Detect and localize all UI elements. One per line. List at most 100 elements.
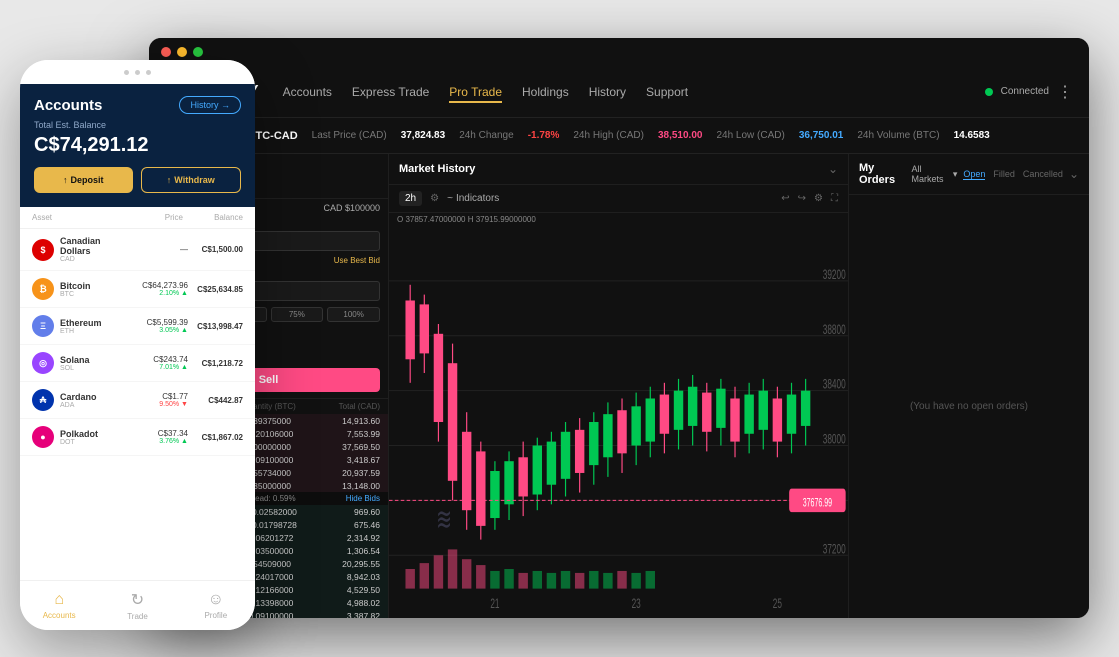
mobile-app: Accounts History → Total Est. Balance C$… (20, 60, 255, 630)
chart-gear-icon[interactable]: ⚙ (814, 193, 823, 204)
low-label: 24h Low (CAD) (716, 130, 784, 141)
pct-75-btn[interactable]: 75% (271, 307, 324, 322)
my-orders-chevron[interactable]: ⌄ (1069, 167, 1079, 181)
chart-undo-icon[interactable]: ↩ (781, 193, 789, 204)
asset-price-block: C$64,273.96 2.10% ▲ (118, 281, 188, 297)
asset-change: 9.50% ▼ (118, 401, 188, 408)
asset-price: C$37.34 (118, 429, 188, 438)
mobile-nav-trade[interactable]: ↻ Trade (98, 581, 176, 630)
svg-text:23: 23 (632, 597, 641, 612)
title-bar (149, 38, 1089, 66)
asset-price-block: — (118, 245, 188, 254)
asset-price-block: C$1.77 9.50% ▼ (118, 392, 188, 408)
market-history-chevron[interactable]: ⌄ (828, 162, 838, 176)
asset-name: Cardano (60, 392, 118, 402)
orders-open-tab[interactable]: Open (963, 169, 985, 180)
asset-name: Polkadot (60, 429, 118, 439)
asset-symbol: DOT (60, 439, 118, 446)
asset-icon: ● (32, 426, 54, 448)
mobile-asset-rows: $ Canadian Dollars CAD — C$1,500.00 ₿ Bi… (20, 229, 255, 456)
asset-balance: C$13,998.47 (188, 322, 243, 331)
asset-change: 2.10% ▲ (118, 290, 188, 297)
chart-redo-icon[interactable]: ↪ (798, 193, 806, 204)
high-label: 24h High (CAD) (573, 130, 644, 141)
market-history-title: Market History (399, 163, 475, 175)
maximize-dot[interactable] (193, 47, 203, 57)
market-selector[interactable]: All Markets ▾ (911, 164, 957, 184)
nav-holdings[interactable]: Holdings (522, 81, 569, 103)
vol-label: 24h Volume (BTC) (857, 130, 939, 141)
ohlc-display: O 37857.47000000 H 37915.99000000 (389, 213, 848, 226)
asset-balance-block: C$1,500.00 (188, 245, 243, 254)
profile-nav-icon: ☺ (208, 591, 224, 609)
mobile-nav-profile[interactable]: ☺ Profile (177, 581, 255, 630)
asset-price: C$5,599.39 (118, 318, 188, 327)
asset-name: Solana (60, 355, 118, 365)
chart-area: 39200 38800 38400 38000 37600 37200 21 2… (389, 226, 848, 618)
nav-history[interactable]: History (589, 81, 626, 103)
asset-icon: ₳ (32, 389, 54, 411)
mobile-title: Accounts (34, 97, 102, 114)
orders-cancelled-tab[interactable]: Cancelled (1023, 169, 1063, 180)
mobile-nav-accounts[interactable]: ⌂ Accounts (20, 581, 98, 630)
svg-text:38000: 38000 (823, 433, 846, 448)
asset-name-block: Cardano ADA (60, 392, 118, 409)
asset-symbol: CAD (60, 256, 118, 263)
asset-change: 3.76% ▲ (118, 438, 188, 445)
chart-settings-icon[interactable]: ⚙ (430, 193, 439, 204)
pct-100-btn[interactable]: 100% (327, 307, 380, 322)
asset-name-block: Ethereum ETH (60, 318, 118, 335)
nav-express-trade[interactable]: Express Trade (352, 81, 429, 103)
svg-text:37676.99: 37676.99 (803, 497, 832, 510)
asset-icon: ◎ (32, 352, 54, 374)
asset-item[interactable]: ₳ Cardano ADA C$1.77 9.50% ▼ C$442.87 (20, 382, 255, 419)
low-value: 36,750.01 (799, 130, 844, 141)
asset-item[interactable]: $ Canadian Dollars CAD — C$1,500.00 (20, 229, 255, 271)
svg-text:≋: ≋ (436, 503, 452, 537)
asset-item[interactable]: Ξ Ethereum ETH C$5,599.39 3.05% ▲ C$13,9… (20, 308, 255, 345)
asset-balance-block: C$13,998.47 (188, 322, 243, 331)
asset-balance-block: C$442.87 (188, 396, 243, 405)
asset-item[interactable]: ◎ Solana SOL C$243.74 7.01% ▲ C$1,218.72 (20, 345, 255, 382)
desktop-app: ₿ BITBUY Accounts Express Trade Pro Trad… (149, 38, 1089, 618)
vol-value: 14.6583 (954, 130, 990, 141)
withdraw-button[interactable]: ↑ Withdraw (141, 167, 242, 193)
asset-balance-block: C$1,218.72 (188, 359, 243, 368)
deposit-button[interactable]: ↑ Deposit (34, 167, 133, 193)
minimize-dot[interactable] (177, 47, 187, 57)
nav-support[interactable]: Support (646, 81, 688, 103)
asset-balance-block: C$25,634.85 (188, 285, 243, 294)
chart-2h-btn[interactable]: 2h (399, 191, 422, 206)
chart-expand-icon[interactable]: ⛶ (831, 193, 838, 204)
asset-icon: $ (32, 239, 54, 261)
asset-balance: C$1,500.00 (188, 245, 243, 254)
ohlc-text: O 37857.47000000 H 37915.99000000 (397, 215, 536, 224)
chart-indicators-btn[interactable]: ~ Indicators (447, 193, 499, 204)
asset-list-header: Asset Price Balance (20, 207, 255, 229)
profile-nav-label: Profile (204, 611, 227, 620)
asset-balance-block: C$1,867.02 (188, 433, 243, 442)
asset-price-block: C$37.34 3.76% ▲ (118, 429, 188, 445)
orders-filled-tab[interactable]: Filled (993, 169, 1015, 180)
asset-price: C$64,273.96 (118, 281, 188, 290)
change-value: -1.78% (528, 130, 560, 141)
mobile-history-button[interactable]: History → (179, 96, 241, 114)
asset-price: — (118, 245, 188, 254)
nav-pro-trade[interactable]: Pro Trade (449, 81, 502, 103)
asset-item[interactable]: ₿ Bitcoin BTC C$64,273.96 2.10% ▲ C$25,6… (20, 271, 255, 308)
svg-text:37200: 37200 (823, 542, 846, 557)
asset-name-block: Polkadot DOT (60, 429, 118, 446)
hide-bids[interactable]: Hide Bids (346, 494, 380, 503)
asset-symbol: ADA (60, 402, 118, 409)
asset-item[interactable]: ● Polkadot DOT C$37.34 3.76% ▲ C$1,867.0… (20, 419, 255, 456)
main-content: Limit Market Purchase Limit CAD $100000 … (149, 154, 1089, 618)
ticker-pair[interactable]: BTC-CAD (248, 130, 298, 142)
close-dot[interactable] (161, 47, 171, 57)
col-total: Total (CAD) (339, 402, 380, 411)
trade-nav-icon: ↻ (131, 590, 144, 610)
more-button[interactable]: ⋮ (1057, 82, 1073, 102)
nav-accounts[interactable]: Accounts (283, 81, 332, 103)
orders-empty-message: (You have no open orders) (849, 195, 1089, 618)
asset-icon: ₿ (32, 278, 54, 300)
asset-symbol: ETH (60, 328, 118, 335)
